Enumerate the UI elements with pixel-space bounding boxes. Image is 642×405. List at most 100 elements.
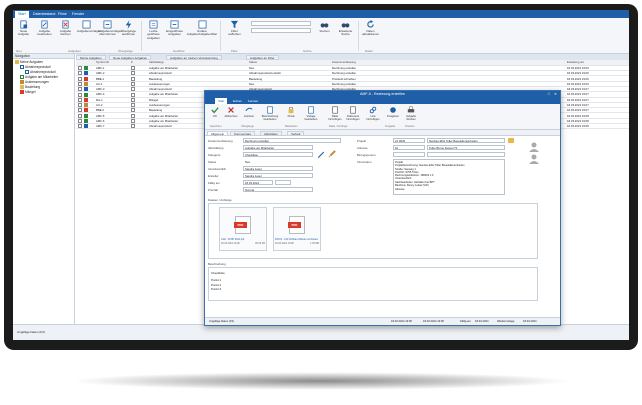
file-card[interactable]: PDF DOCS - LSK Rohbau Wände und Decke 18… <box>273 207 321 251</box>
summary-field[interactable]: Rechnung erstellen <box>243 138 341 143</box>
group-label: Übergänge <box>241 125 254 128</box>
dialog-status-bar: Ungültige Daten (F3) 18.03.2024 19:06 18… <box>205 317 560 325</box>
doc-tab[interactable]: Aufgaben an meinen Verantwortung <box>166 55 222 60</box>
delete-button[interactable]: Löschen <box>241 106 257 118</box>
doc-tab[interactable]: Neue Aufgaben Aufgaben <box>109 55 152 60</box>
person-icon <box>529 142 539 152</box>
project-number-field[interactable]: 21 0043 <box>393 138 425 143</box>
row-checkbox[interactable] <box>78 113 82 118</box>
row-checkbox[interactable] <box>78 119 82 123</box>
activity-type-select[interactable]: Aufgabe am Mitarbeiter <box>243 145 313 150</box>
due-date-field[interactable]: 18.03.2024 <box>243 180 273 185</box>
print-button[interactable]: Aufgabe drucken <box>403 106 419 121</box>
address-name-field[interactable]: Toller Bruno Koppel T1 <box>427 145 505 150</box>
row-checkbox[interactable] <box>78 81 82 86</box>
share-label: Freigeben <box>386 115 400 118</box>
template-icon <box>308 106 314 114</box>
category-select[interactable]: Checkliste <box>243 152 313 157</box>
run-transitions-button[interactable]: Übergänge ausführen <box>119 20 138 37</box>
responsible-label: Verantwortlich <box>208 167 227 171</box>
tab-fenster[interactable]: Fenster <box>69 11 87 18</box>
add-link-label: Link hinzufügen <box>366 115 380 121</box>
contact-label: Bezugsperson <box>357 153 376 157</box>
close-icon[interactable]: ✕ <box>554 91 557 98</box>
responsible-select[interactable]: Sandra Jegel <box>243 166 313 171</box>
row-checkbox[interactable] <box>78 124 82 128</box>
clear-filter-button[interactable]: Filter aufheben <box>225 20 244 37</box>
template-icon <box>82 20 91 29</box>
brush-icon[interactable] <box>328 150 336 158</box>
apply-templates-button[interactable]: Aufgabenvorlagen übernehmen <box>98 20 122 37</box>
folder-icon <box>15 60 19 65</box>
filter-combo[interactable] <box>251 28 311 33</box>
information-box[interactable]: Projekt Projektbezeichnung: Neubau EFH T… <box>393 159 505 195</box>
add-document-button[interactable]: Dokument hinzufügen <box>345 106 361 121</box>
pencil-icon[interactable] <box>317 150 325 158</box>
tree-item-label: Aufgabe am Mitarbeiter <box>25 75 59 79</box>
row-checkbox[interactable] <box>78 87 82 91</box>
search-button[interactable]: Suchen <box>315 20 334 33</box>
share-button[interactable]: Freigeben <box>385 106 401 118</box>
add-link-button[interactable]: Link hinzufügen <box>365 106 381 121</box>
delete-task-button[interactable]: Aufgabe löschen <box>56 20 75 37</box>
files-area: PDF LSD - 18 8H 0021.pdf 18.03.2024 19:0… <box>208 203 538 259</box>
description-box[interactable]: Checkliste Punkt 1 Punkt 2 Punkt 3 <box>208 267 538 301</box>
contact-name-field[interactable] <box>427 152 505 157</box>
group-label: Suche <box>303 49 312 53</box>
private-button[interactable]: Privat <box>283 106 299 118</box>
maximize-icon[interactable]: □ <box>548 91 550 98</box>
row-checkbox[interactable] <box>78 71 82 75</box>
contact-field[interactable] <box>393 152 425 157</box>
cancel-icon <box>228 107 234 113</box>
file-card[interactable]: PDF LSD - 18 8H 0021.pdf 18.03.2024 19:0… <box>219 207 267 251</box>
tab-filme[interactable]: Filme <box>55 11 70 18</box>
row-checkbox[interactable] <box>78 66 82 70</box>
add-file-button[interactable]: Datei hinzufügen <box>327 106 343 121</box>
address-number-field[interactable]: 91 <box>393 145 425 150</box>
tree-item[interactable]: Mängel <box>15 90 72 95</box>
category-label: Kategorie <box>208 153 221 157</box>
cancel-button[interactable]: Abbrechen <box>223 106 239 118</box>
advanced-search-button[interactable]: Erweiterte Suche <box>336 20 355 37</box>
due-time-field[interactable] <box>275 180 291 185</box>
ok-button[interactable]: OK <box>207 106 223 118</box>
row-checkbox[interactable] <box>78 76 82 81</box>
search-combo[interactable] <box>251 21 311 26</box>
edit-task-button[interactable]: Aufgabe bearbeiten <box>35 20 54 37</box>
edit-template-button[interactable]: Vorlage bearbeiten <box>301 106 321 121</box>
doc-tab[interactable]: Aufgaben an Filter <box>246 55 279 60</box>
refresh-button[interactable]: Daten aktualisieren <box>361 20 380 37</box>
run-transitions-label: Übergänge ausführen <box>121 29 136 37</box>
row-checkbox[interactable] <box>78 108 82 112</box>
file-date: 18.03.2024 19:08 <box>275 242 294 245</box>
files-label: Dateien / Anhänge <box>208 198 232 202</box>
status-due-label: Fällig am <box>460 320 471 323</box>
file-name[interactable]: DOCS - LSK Rohbau Wände und Decke <box>275 238 321 241</box>
file-size: 1.25 MB <box>310 242 319 245</box>
row-checkbox[interactable] <box>78 92 82 97</box>
creator-field[interactable]: Sandra Jegel <box>243 173 313 178</box>
activity-icon <box>131 97 135 102</box>
file-name[interactable]: LSD - 18 8H 0021.pdf <box>221 238 244 241</box>
tree-item-label: Abnahmeprotokoll <box>30 70 56 74</box>
check-icon <box>20 75 24 80</box>
row-checkbox[interactable] <box>78 103 82 107</box>
new-task-button[interactable]: Neue Aufgabe <box>14 20 33 37</box>
status-value: Neu <box>243 159 313 164</box>
tab-start[interactable]: Start <box>15 11 29 18</box>
open-tasks-button[interactable]: Eingeöffnete Aufgaben <box>165 20 184 37</box>
recent-tasks-button[interactable]: Letzte geöffnete Aufgaben <box>144 20 163 40</box>
pdf-badge: PDF <box>288 222 301 228</box>
doc-tab[interactable]: Meine Aufgaben <box>76 55 106 60</box>
priority-select[interactable]: Normal <box>243 187 313 192</box>
info-footer: Adresse <box>395 188 405 192</box>
folder-icon[interactable] <box>508 138 514 143</box>
change-filter-button[interactable]: Ändere Aufgabe/Aufgabenfilter <box>186 20 218 37</box>
project-name-field[interactable]: Neubau EFH Toller Baustelleneinheiten <box>427 138 505 143</box>
edit-description-button[interactable]: Beschreibung bearbeiten <box>259 106 281 121</box>
task-templates-button[interactable]: Aufgabenvorlagen <box>77 20 101 33</box>
row-checkbox[interactable] <box>78 97 82 102</box>
pdf-icon: PDF <box>234 216 251 234</box>
recent-tasks-label: Letzte geöffnete Aufgaben <box>147 29 160 40</box>
activity-icon <box>131 81 135 86</box>
